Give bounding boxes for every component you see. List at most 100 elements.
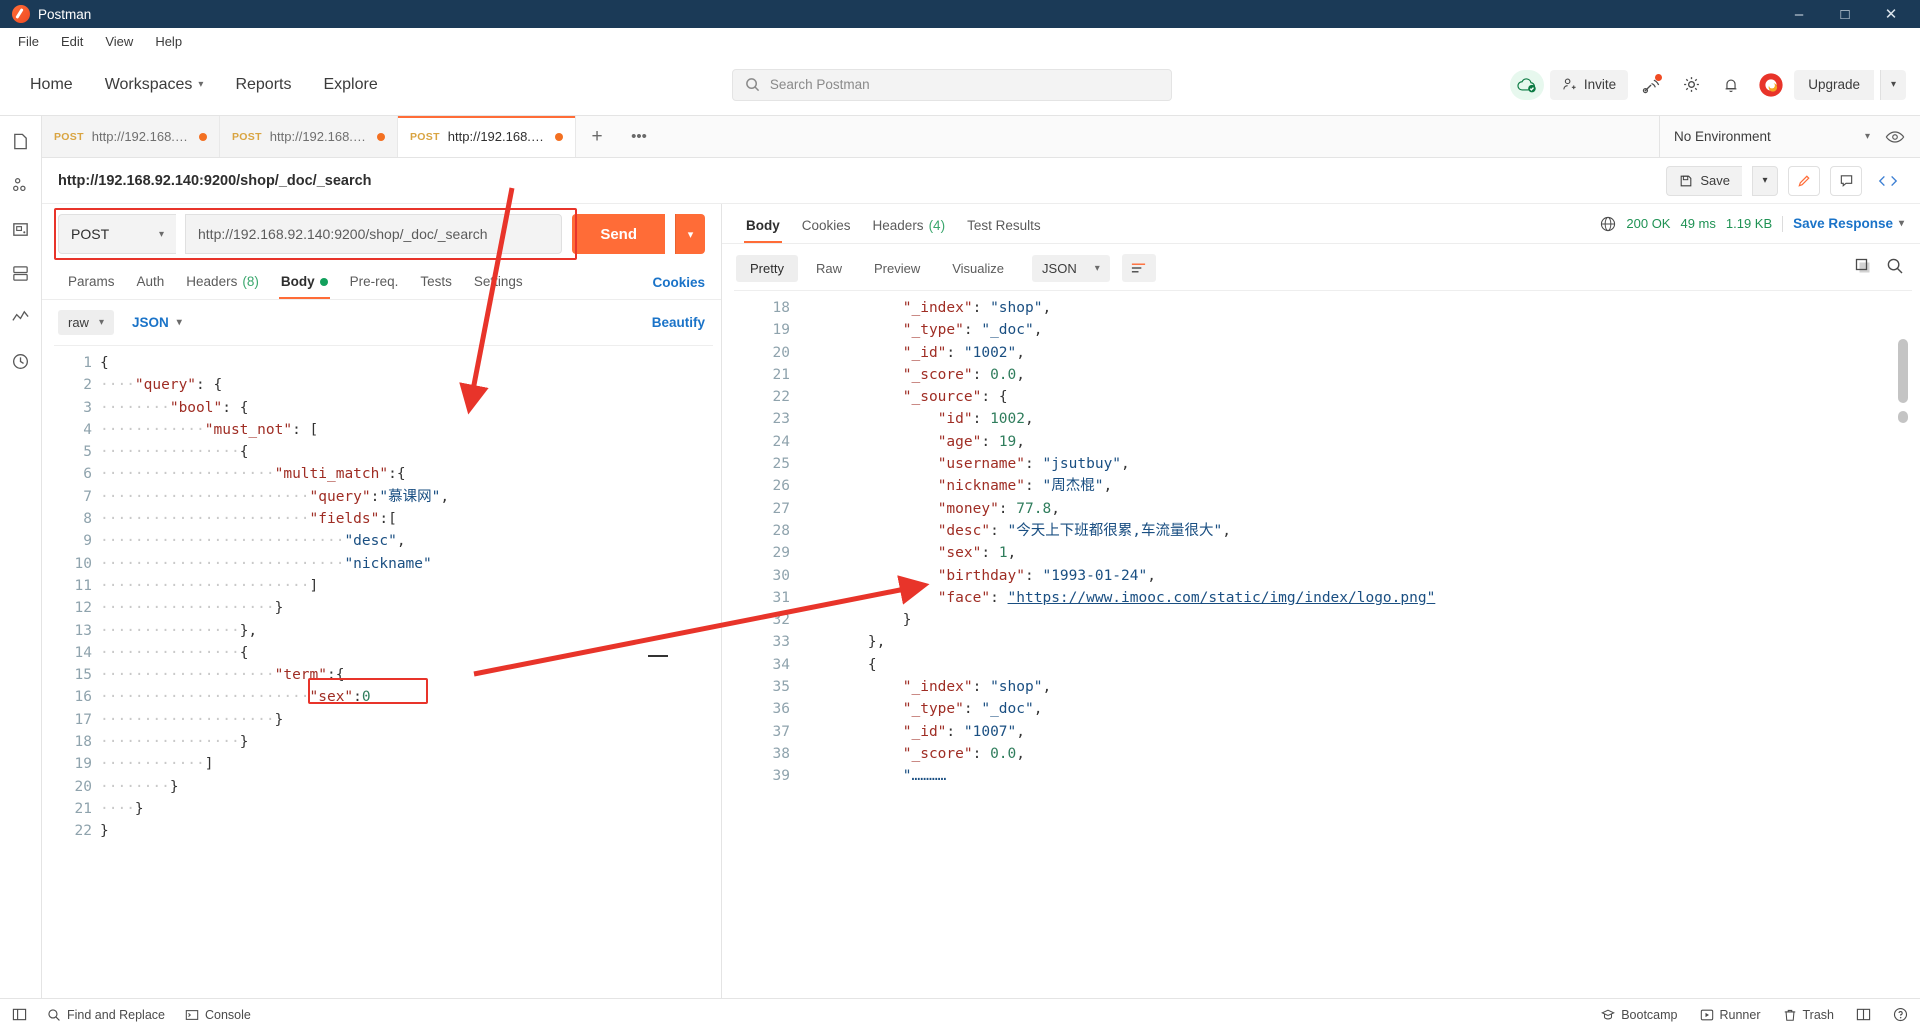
code-line[interactable]: "_index": "shop", — [798, 676, 1912, 698]
response-scrollbar-thumb-small[interactable] — [1898, 411, 1908, 423]
tab-prerequest[interactable]: Pre-req. — [340, 266, 409, 299]
code-line[interactable]: "_type": "_doc", — [798, 319, 1912, 341]
response-tab-cookies[interactable]: Cookies — [792, 210, 861, 243]
code-line[interactable]: ····················} — [100, 709, 713, 731]
request-tab-2[interactable]: POST http://192.168.92.... — [220, 116, 398, 157]
code-line[interactable]: ················{ — [100, 642, 713, 664]
code-line[interactable]: ····························"desc", — [100, 530, 713, 552]
code-line[interactable]: "money": 77.8, — [798, 498, 1912, 520]
search-response-button[interactable] — [1886, 257, 1904, 280]
comments-button[interactable] — [1830, 165, 1862, 196]
method-selector[interactable]: POST ▾ — [58, 214, 176, 254]
close-button[interactable]: ✕ — [1868, 0, 1914, 28]
response-scrollbar[interactable] — [1898, 291, 1910, 998]
code-line[interactable]: ····} — [100, 798, 713, 820]
code-line[interactable]: ····················"term":{ — [100, 664, 713, 686]
code-line[interactable]: "_type": "_doc", — [798, 698, 1912, 720]
send-button[interactable]: Send — [572, 214, 665, 254]
runner-button[interactable]: Runner — [1700, 1008, 1761, 1022]
code-line[interactable]: ························] — [100, 575, 713, 597]
gear-icon[interactable] — [1674, 70, 1708, 100]
url-input[interactable]: http://192.168.92.140:9200/shop/_doc/_se… — [185, 214, 563, 254]
invite-button[interactable]: Invite — [1549, 69, 1629, 100]
avatar[interactable] — [1754, 70, 1788, 100]
console-button[interactable]: Console — [185, 1008, 251, 1022]
trash-button[interactable]: Trash — [1783, 1008, 1834, 1022]
tab-headers[interactable]: Headers (8) — [176, 266, 269, 299]
code-line[interactable]: { — [100, 352, 713, 374]
response-scrollbar-thumb[interactable] — [1898, 339, 1908, 403]
code-line[interactable]: ················}, — [100, 620, 713, 642]
tab-body[interactable]: Body — [271, 266, 338, 299]
help-button[interactable] — [1893, 1007, 1908, 1022]
beautify-button[interactable]: Beautify — [652, 315, 705, 330]
code-line[interactable]: "nickname": "周杰棍", — [798, 475, 1912, 497]
cloud-synced-icon[interactable] — [1509, 69, 1544, 100]
request-code[interactable]: {····"query": {········"bool": { ········… — [100, 346, 713, 998]
code-line[interactable]: { — [798, 654, 1912, 676]
collections-icon[interactable] — [10, 130, 32, 152]
sidebar-toggle-button[interactable] — [12, 1007, 27, 1022]
code-line[interactable]: "_id": "1007", — [798, 721, 1912, 743]
save-response-button[interactable]: Save Response ▾ — [1793, 216, 1904, 231]
code-line[interactable]: "face": "https://www.imooc.com/static/im… — [798, 587, 1912, 609]
edit-request-button[interactable] — [1788, 165, 1820, 196]
tab-auth[interactable]: Auth — [127, 266, 175, 299]
code-line[interactable]: "_id": "1002", — [798, 342, 1912, 364]
request-body-editor[interactable]: 1 2 3 4 5 6 7 8 9 10 11 12 13 14 15 16 17 18 19 20 21 22 {···… — [54, 345, 713, 998]
code-line[interactable]: ········"bool": { — [100, 397, 713, 419]
code-line[interactable]: "id": 1002, — [798, 408, 1912, 430]
response-tab-body[interactable]: Body — [736, 210, 790, 243]
nav-reports[interactable]: Reports — [219, 70, 307, 100]
response-body-editor[interactable]: 18 19 20 21 22 23 24 25 26 27 28 29 30 31 32 33 34 35 36 37… — [734, 290, 1912, 998]
code-line[interactable]: ························"query":"慕课网", — [100, 486, 713, 508]
code-line[interactable]: "username": "jsutbuy", — [798, 453, 1912, 475]
satellite-icon[interactable] — [1634, 70, 1668, 100]
code-line[interactable]: "_source": { — [798, 386, 1912, 408]
environment-quick-look-icon[interactable] — [1884, 126, 1906, 148]
environment-selector[interactable]: No Environment ▾ — [1674, 122, 1874, 152]
request-tab-3[interactable]: POST http://192.168.92.... — [398, 116, 576, 157]
code-line[interactable]: "_index": "shop", — [798, 297, 1912, 319]
history-icon[interactable] — [10, 350, 32, 372]
apis-icon[interactable] — [10, 174, 32, 196]
response-tab-headers[interactable]: Headers (4) — [863, 210, 956, 243]
nav-workspaces[interactable]: Workspaces ▾ — [89, 70, 220, 100]
request-tab-1[interactable]: POST http://192.168.92.... — [42, 116, 220, 157]
find-and-replace-button[interactable]: Find and Replace — [47, 1008, 165, 1022]
tab-params[interactable]: Params — [58, 266, 125, 299]
tab-options-button[interactable]: ••• — [618, 116, 660, 157]
response-view-preview[interactable]: Preview — [860, 255, 934, 282]
code-line[interactable]: "sex": 1, — [798, 542, 1912, 564]
menu-help[interactable]: Help — [145, 31, 192, 52]
search-input[interactable]: Search Postman — [731, 68, 1172, 101]
new-tab-button[interactable]: + — [576, 116, 618, 157]
code-line[interactable]: "_score": 0.0, — [798, 364, 1912, 386]
code-line[interactable]: ····"query": { — [100, 374, 713, 396]
code-line[interactable]: ················} — [100, 731, 713, 753]
code-line[interactable]: ················{ — [100, 441, 713, 463]
code-line[interactable]: ····················} — [100, 597, 713, 619]
mock-servers-icon[interactable] — [10, 262, 32, 284]
bootcamp-button[interactable]: Bootcamp — [1601, 1008, 1678, 1022]
upgrade-button[interactable]: Upgrade — [1794, 69, 1874, 100]
layout-toggle-button[interactable] — [1856, 1007, 1871, 1022]
menu-file[interactable]: File — [8, 31, 49, 52]
code-line[interactable]: ············] — [100, 753, 713, 775]
code-line[interactable]: "age": 19, — [798, 431, 1912, 453]
nav-home[interactable]: Home — [14, 70, 89, 100]
code-line[interactable]: ····························"nickname" — [100, 553, 713, 575]
save-button[interactable]: Save — [1666, 165, 1742, 196]
nav-explore[interactable]: Explore — [307, 70, 393, 100]
code-line[interactable]: } — [100, 820, 713, 842]
body-mode-selector[interactable]: raw ▾ — [58, 310, 114, 335]
body-format-selector[interactable]: JSON ▾ — [132, 315, 182, 330]
code-line[interactable]: "birthday": "1993-01-24", — [798, 565, 1912, 587]
code-line[interactable]: ························"fields":[ — [100, 508, 713, 530]
code-line[interactable]: ········} — [100, 776, 713, 798]
tab-tests[interactable]: Tests — [410, 266, 462, 299]
menu-edit[interactable]: Edit — [51, 31, 93, 52]
environments-icon[interactable] — [10, 218, 32, 240]
code-snippet-button[interactable] — [1872, 166, 1904, 196]
cookies-link[interactable]: Cookies — [652, 275, 705, 290]
